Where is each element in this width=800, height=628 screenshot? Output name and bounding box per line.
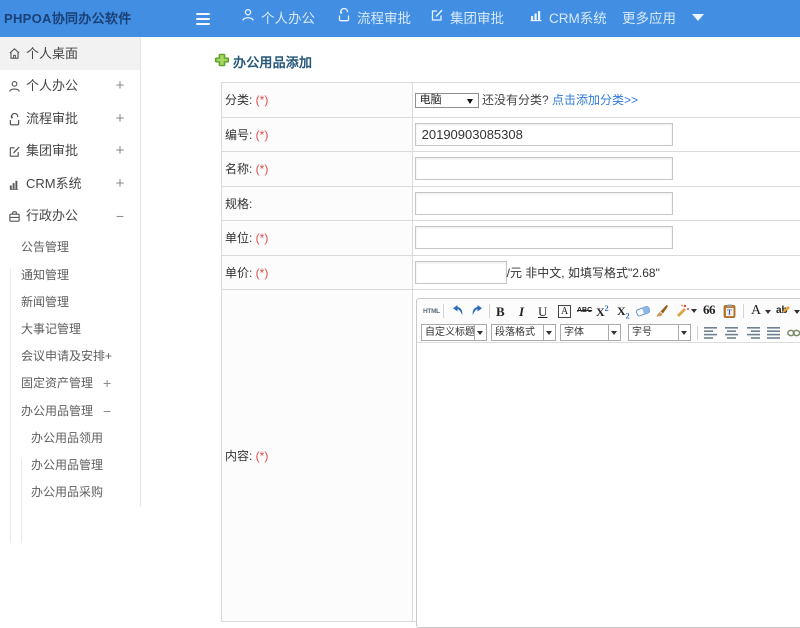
svg-text:T: T	[727, 309, 732, 317]
